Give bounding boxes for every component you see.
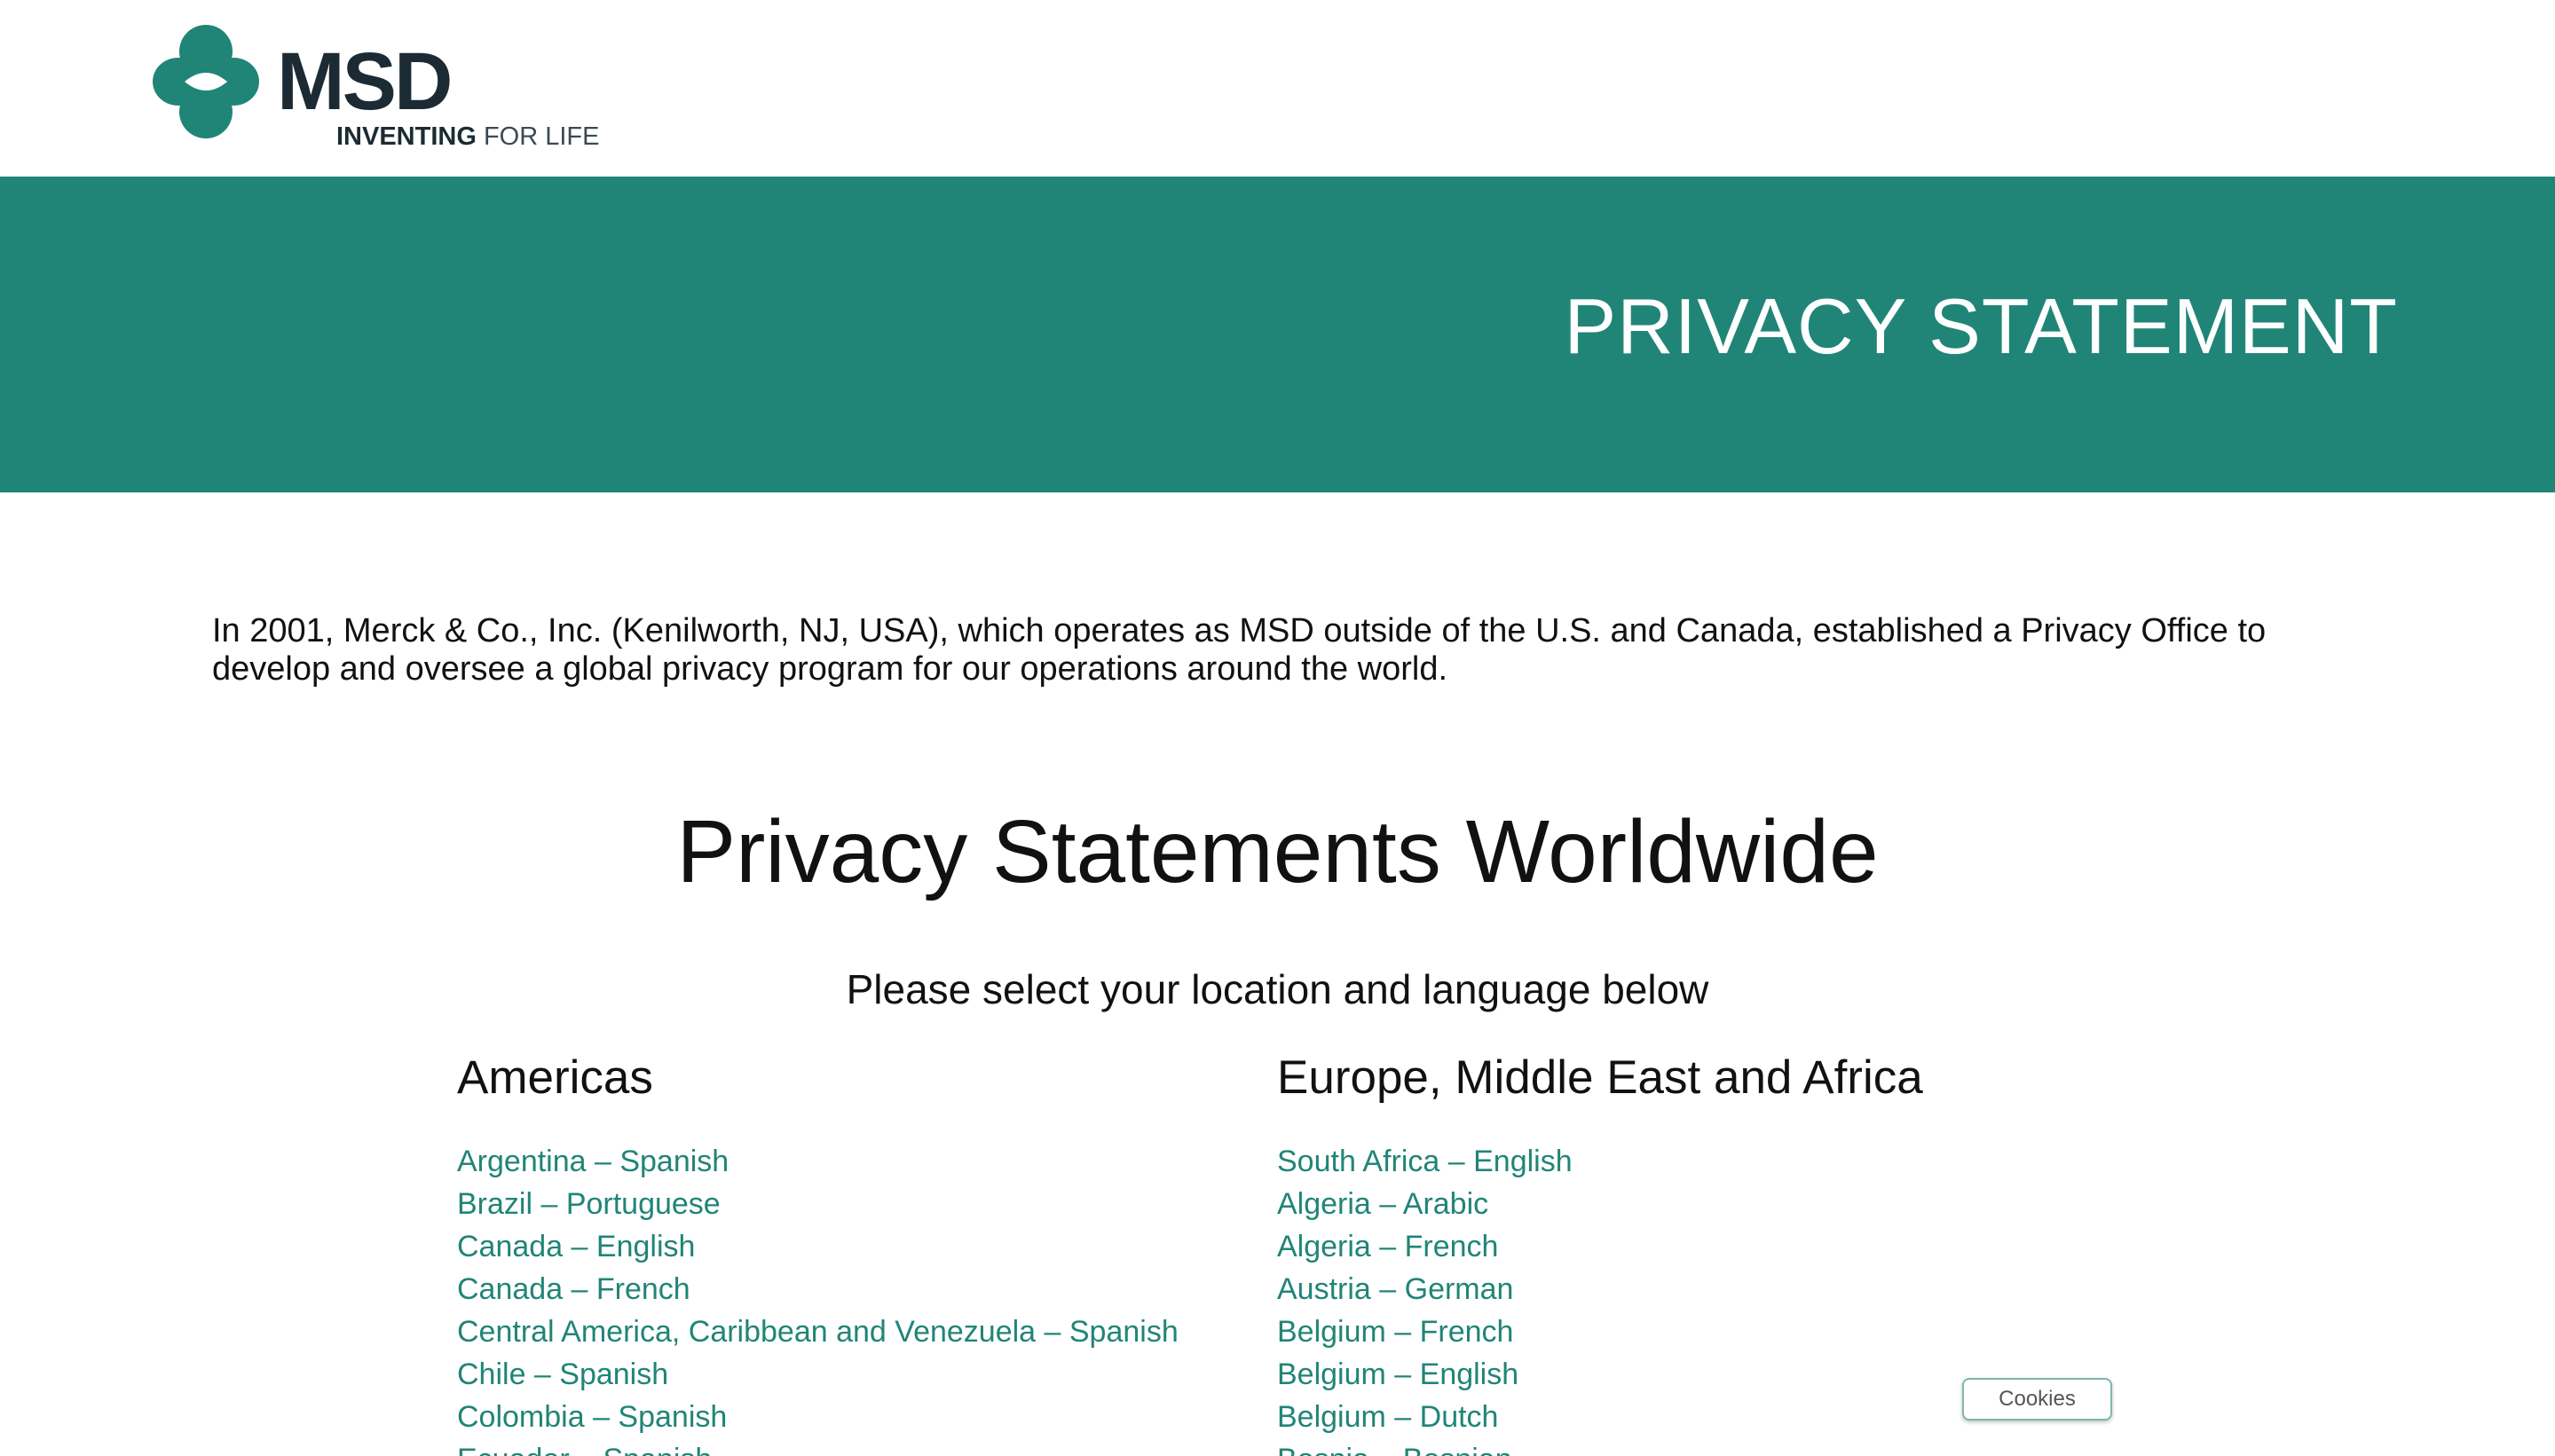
region-link[interactable]: Canada – English [457,1230,695,1263]
list-item: Algeria – Arabic [1277,1183,1573,1225]
region-link[interactable]: Colombia – Spanish [457,1400,727,1434]
region-link[interactable]: Belgium – English [1277,1358,1518,1391]
logo-tagline: INVENTING FOR LIFE [336,124,599,150]
region-link-list: South Africa – English Algeria – Arabic … [1277,1140,1573,1456]
msd-logo-link[interactable]: MSD INVENTING FOR LIFE [153,25,599,158]
logo-tagline-bold: INVENTING [336,122,477,151]
region-link[interactable]: Belgium – Dutch [1277,1400,1498,1434]
hero-banner: PRIVACY STATEMENT [0,177,2555,492]
page-title: PRIVACY STATEMENT [1564,282,2398,370]
intro-paragraph: In 2001, Merck & Co., Inc. (Kenilworth, … [212,612,2267,688]
region-americas: Americas Argentina – Spanish Brazil – Po… [457,1051,1256,1456]
region-link[interactable]: Algeria – French [1277,1230,1498,1263]
region-emea: Europe, Middle East and Africa South Afr… [1277,1051,2076,1456]
region-link[interactable]: Brazil – Portuguese [457,1187,721,1221]
list-item: Canada – French [457,1268,1179,1310]
list-item: Argentina – Spanish [457,1140,1179,1183]
region-heading: Europe, Middle East and Africa [1277,1051,1923,1104]
logo-wordmark: MSD [277,36,453,127]
page: MSD INVENTING FOR LIFE PRIVACY STATEMENT… [0,0,2555,1456]
region-link[interactable]: Algeria – Arabic [1277,1187,1488,1221]
list-item: Belgium – English [1277,1353,1573,1396]
region-link[interactable]: South Africa – English [1277,1145,1573,1178]
cookies-button[interactable]: Cookies [1962,1378,2112,1421]
msd-emblem-icon [153,25,259,138]
region-link[interactable]: Central America, Caribbean and Venezuela… [457,1315,1179,1349]
list-item: Chile – Spanish [457,1353,1179,1396]
region-link-list: Argentina – Spanish Brazil – Portuguese … [457,1140,1179,1456]
region-link[interactable]: Austria – German [1277,1272,1513,1306]
location-subheading: Please select your location and language… [846,966,1709,1012]
region-link[interactable]: Argentina – Spanish [457,1145,729,1178]
site-header: MSD INVENTING FOR LIFE [0,0,2555,177]
region-link[interactable]: Belgium – French [1277,1315,1513,1349]
list-item: Brazil – Portuguese [457,1183,1179,1225]
region-link[interactable]: Canada – French [457,1272,690,1306]
logo-tagline-light: FOR LIFE [476,122,600,151]
region-link[interactable]: Ecuador – Spanish [457,1443,712,1456]
region-heading: Americas [457,1051,653,1104]
list-item: Colombia – Spanish [457,1396,1179,1438]
list-item: Algeria – French [1277,1225,1573,1268]
list-item: Canada – English [457,1225,1179,1268]
region-link[interactable]: Chile – Spanish [457,1358,668,1391]
region-link[interactable]: Bosnia – Bosnian [1277,1443,1512,1456]
list-item: Belgium – Dutch [1277,1396,1573,1438]
list-item: Bosnia – Bosnian [1277,1438,1573,1456]
worldwide-heading: Privacy Statements Worldwide [676,802,1879,901]
list-item: South Africa – English [1277,1140,1573,1183]
list-item: Central America, Caribbean and Venezuela… [457,1310,1179,1353]
list-item: Belgium – French [1277,1310,1573,1353]
list-item: Austria – German [1277,1268,1573,1310]
list-item: Ecuador – Spanish [457,1438,1179,1456]
